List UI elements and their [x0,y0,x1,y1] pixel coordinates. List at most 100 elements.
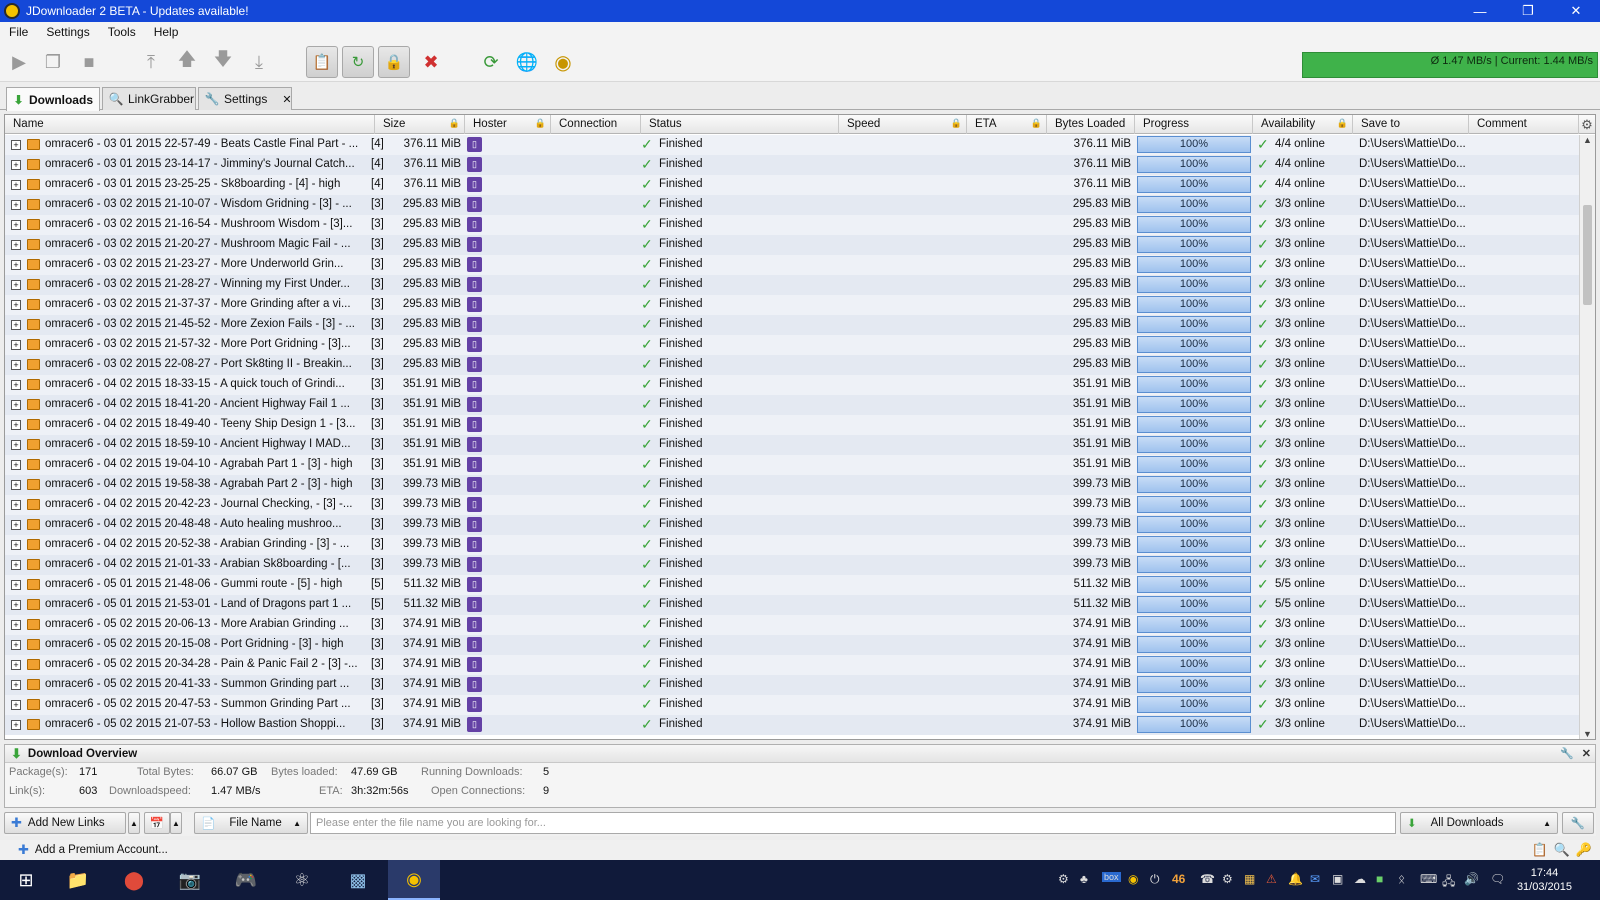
jd-logo-icon[interactable]: ◉ [550,49,576,75]
scroll-thumb[interactable] [1583,205,1592,305]
file-explorer-icon[interactable]: 📁 [52,860,104,900]
expand-toggle[interactable]: + [11,620,21,630]
tray-display-icon[interactable]: ▣ [1332,872,1343,886]
stop-icon[interactable]: ■ [76,49,102,75]
table-row[interactable]: + omracer6 - 05 02 2015 20-15-08 - Port G… [5,635,1580,655]
expand-toggle[interactable]: + [11,640,21,650]
menu-tools[interactable]: Tools [99,25,145,39]
table-row[interactable]: + omracer6 - 04 02 2015 20-52-38 - Arabia… [5,535,1580,555]
expand-toggle[interactable]: + [11,220,21,230]
tray-volume-icon[interactable]: 🔊 [1464,872,1479,886]
tray-badge[interactable]: 46 [1172,872,1185,886]
menu-help[interactable]: Help [145,25,188,39]
premium-icon[interactable]: 🔒 [378,46,410,78]
tab-downloads[interactable]: ⬇ Downloads [6,87,100,111]
stop-after-icon[interactable]: ❐ [40,49,66,75]
expand-toggle[interactable]: + [11,460,21,470]
table-row[interactable]: + omracer6 - 05 02 2015 20-34-28 - Pain &… [5,655,1580,675]
clipboard-observer-icon[interactable]: 📋 [306,46,338,78]
expand-toggle[interactable]: + [11,200,21,210]
expand-toggle[interactable]: + [11,280,21,290]
expand-toggle[interactable]: + [11,340,21,350]
expand-toggle[interactable]: + [11,660,21,670]
column-progress[interactable]: Progress [1135,115,1253,134]
close-button[interactable]: ✕ [1552,0,1600,22]
move-bottom-icon[interactable]: ⤓ [246,49,272,75]
move-down-icon[interactable]: 🡇 [210,49,236,75]
table-row[interactable]: + omracer6 - 04 02 2015 18-41-20 - Ancien… [5,395,1580,415]
table-row[interactable]: + omracer6 - 05 01 2015 21-53-01 - Land o… [5,595,1580,615]
table-row[interactable]: + omracer6 - 04 02 2015 20-48-48 - Auto h… [5,515,1580,535]
column-availability[interactable]: Availability 🔒 [1253,115,1353,134]
tray-settings-icon[interactable]: ⚙ [1058,872,1069,886]
close-tab-icon[interactable]: ✕ [282,93,291,106]
tray-bell-icon[interactable]: 🔔 [1288,872,1303,886]
tab-linkgrabber[interactable]: 🔍 LinkGrabber [102,87,196,110]
column-comment[interactable]: Comment [1469,115,1579,134]
jdownloader-icon[interactable]: ◉ [388,860,440,900]
scroll-down-icon[interactable]: ▼ [1580,729,1595,739]
column-name[interactable]: Name [5,115,375,134]
minimize-button[interactable]: — [1456,0,1504,22]
media-icon[interactable]: ▩ [332,860,384,900]
column-eta[interactable]: ETA 🔒 [967,115,1047,134]
expand-toggle[interactable]: + [11,500,21,510]
expand-toggle[interactable]: + [11,520,21,530]
table-row[interactable]: + omracer6 - 05 01 2015 21-48-06 - Gummi … [5,575,1580,595]
table-row[interactable]: + omracer6 - 05 02 2015 21-07-53 - Hollow… [5,715,1580,735]
table-row[interactable]: + omracer6 - 04 02 2015 18-49-40 - Teeny … [5,415,1580,435]
quick-settings-icon[interactable]: 🔧 [1562,812,1594,834]
expand-toggle[interactable]: + [11,320,21,330]
reconnect-icon[interactable]: ↻ [342,46,374,78]
table-row[interactable]: + omracer6 - 04 02 2015 20-42-23 - Journa… [5,495,1580,515]
add-premium-account[interactable]: ✚ Add a Premium Account... [18,842,168,858]
search-input[interactable] [310,812,1396,834]
tray-skype-icon[interactable]: ☎ [1200,872,1215,886]
maximize-button[interactable]: ❐ [1504,0,1552,22]
tray-bluetooth-icon[interactable]: ᛟ [1398,872,1405,886]
tray-alert-icon[interactable]: ⚠ [1266,872,1277,886]
expand-toggle[interactable]: + [11,160,21,170]
tray-nvidia-icon[interactable]: ■ [1376,872,1383,886]
table-row[interactable]: + omracer6 - 03 02 2015 21-10-07 - Wisdom… [5,195,1580,215]
column-bytes-loaded[interactable]: Bytes Loaded [1047,115,1135,134]
tray-network-icon[interactable]: 🖧 [1442,872,1455,893]
table-row[interactable]: + omracer6 - 03 02 2015 22-08-27 - Port S… [5,355,1580,375]
menu-settings[interactable]: Settings [37,25,98,39]
column-settings-icon[interactable]: ⚙ [1579,115,1595,134]
table-row[interactable]: + omracer6 - 04 02 2015 18-33-15 - A quic… [5,375,1580,395]
expand-toggle[interactable]: + [11,480,21,490]
search-icon[interactable]: 🔍 [1554,842,1570,858]
add-links-dropdown[interactable]: ▲ [128,812,140,834]
tray-app-icon[interactable]: ♣ [1080,872,1088,886]
expand-toggle[interactable]: + [11,600,21,610]
add-new-links-button[interactable]: ✚ Add New Links [4,812,126,834]
filter-select[interactable]: 📄 File Name ▲ [194,812,308,834]
clock[interactable]: 17:44 31/03/2015 [1517,866,1572,894]
expand-toggle[interactable]: + [11,260,21,270]
tray-box-icon[interactable]: box [1102,872,1121,882]
expand-toggle[interactable]: + [11,420,21,430]
menu-file[interactable]: File [0,25,37,39]
tab-settings[interactable]: 🔧 Settings ✕ [198,87,292,110]
expand-toggle[interactable]: + [11,180,21,190]
column-connection[interactable]: Connection [551,115,641,134]
table-row[interactable]: + omracer6 - 04 02 2015 18-59-10 - Ancien… [5,435,1580,455]
column-hoster[interactable]: Hoster 🔒 [465,115,551,134]
table-row[interactable]: + omracer6 - 03 02 2015 21-20-27 - Mushro… [5,235,1580,255]
tray-mail-icon[interactable]: ✉ [1310,872,1320,886]
column-status[interactable]: Status [641,115,839,134]
expand-toggle[interactable]: + [11,440,21,450]
tray-cloud-icon[interactable]: ☁ [1354,872,1366,886]
column-size[interactable]: Size 🔒 [375,115,465,134]
instagram-icon[interactable]: 📷 [164,860,216,900]
expand-toggle[interactable]: + [11,560,21,570]
expand-toggle[interactable]: + [11,380,21,390]
premium-icon[interactable]: 🔑 [1576,842,1592,858]
tray-notifications-icon[interactable]: 🗨 [1490,872,1505,886]
move-top-icon[interactable]: ⤒ [138,49,164,75]
play-icon[interactable]: ▶ [6,49,32,75]
tray-power-icon[interactable]: ⏻ [1150,872,1160,887]
table-row[interactable]: + omracer6 - 04 02 2015 19-04-10 - Agraba… [5,455,1580,475]
tray-archive-icon[interactable]: ▦ [1244,872,1255,886]
